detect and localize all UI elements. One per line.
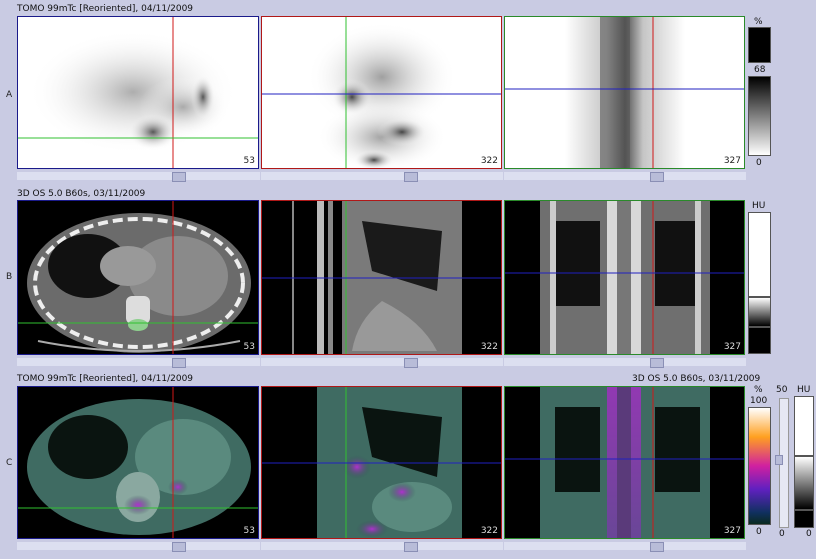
row-c-label: C bbox=[6, 458, 13, 468]
viewport-c-coronal[interactable]: 322 bbox=[261, 386, 502, 539]
slice-number: 327 bbox=[723, 156, 741, 166]
slice-number: 327 bbox=[723, 526, 741, 536]
slider-track bbox=[504, 172, 746, 180]
ct-sagittal-image bbox=[505, 201, 744, 354]
opacity-slider-thumb[interactable] bbox=[775, 455, 783, 465]
row-b-header: 3D OS 5.0 B60s, 03/11/2009 bbox=[17, 189, 146, 199]
fused-coronal-image bbox=[262, 387, 501, 538]
slider-track bbox=[261, 172, 503, 180]
slider-tab-icon[interactable] bbox=[172, 358, 186, 368]
scale-c-ct-gradient[interactable] bbox=[794, 456, 814, 510]
scale-b-unit: HU bbox=[752, 201, 766, 211]
row-c-header-left: TOMO 99mTc [Reoriented], 04/11/2009 bbox=[17, 374, 194, 384]
slider-track bbox=[504, 542, 746, 550]
scale-a-top-block bbox=[748, 27, 771, 63]
viewport-c-axial[interactable]: 53 bbox=[17, 386, 259, 539]
ct-coronal-image bbox=[262, 201, 501, 354]
scale-a-unit: % bbox=[754, 17, 763, 27]
scale-c-ct-window-bottom bbox=[794, 510, 814, 528]
slider-tab-icon[interactable] bbox=[650, 172, 664, 182]
viewport-c-sagittal[interactable]: 327 bbox=[504, 386, 745, 539]
scale-c-color-gradient[interactable] bbox=[748, 407, 771, 525]
scale-c-ct-unit: HU bbox=[797, 385, 811, 395]
row-c-header-right: 3D OS 5.0 B60s, 03/11/2009 bbox=[632, 374, 761, 384]
scale-c-ct-min: 0 bbox=[779, 529, 785, 539]
viewport-b-sagittal[interactable]: 327 bbox=[504, 200, 745, 355]
nm-axial-image bbox=[18, 17, 258, 168]
scale-b-gradient[interactable] bbox=[748, 297, 771, 327]
scale-a-gradient[interactable] bbox=[748, 76, 771, 156]
slice-number: 322 bbox=[480, 342, 498, 352]
slider-tab-icon[interactable] bbox=[404, 542, 418, 552]
scale-c-min: 0 bbox=[756, 527, 762, 537]
fused-sagittal-image bbox=[505, 387, 744, 538]
slider-track bbox=[17, 358, 260, 366]
scale-c-ct-max: 50 bbox=[776, 385, 788, 395]
scale-c-ct-window-top bbox=[794, 396, 814, 456]
slice-number: 53 bbox=[243, 526, 255, 536]
fused-axial-image bbox=[18, 387, 258, 538]
slider-tab-icon[interactable] bbox=[650, 542, 664, 552]
slider-tab-icon[interactable] bbox=[404, 358, 418, 368]
scale-b-window-bottom bbox=[748, 327, 771, 354]
scale-a-max: 68 bbox=[754, 65, 766, 75]
slider-track bbox=[17, 542, 260, 550]
scale-a-min: 0 bbox=[756, 158, 762, 168]
slider-tab-icon[interactable] bbox=[404, 172, 418, 182]
viewport-a-axial[interactable]: 53 bbox=[17, 16, 259, 169]
row-a-label: A bbox=[6, 90, 13, 100]
row-b-label: B bbox=[6, 272, 13, 282]
viewport-b-axial[interactable]: 53 bbox=[17, 200, 259, 355]
slice-number: 53 bbox=[243, 342, 255, 352]
slider-tab-icon[interactable] bbox=[172, 172, 186, 182]
scale-b-window-top bbox=[748, 212, 771, 297]
slice-number: 53 bbox=[243, 156, 255, 166]
slice-number: 322 bbox=[480, 526, 498, 536]
slider-track bbox=[261, 542, 503, 550]
slider-track bbox=[504, 358, 746, 366]
slice-number: 327 bbox=[723, 342, 741, 352]
viewport-a-coronal[interactable]: 322 bbox=[261, 16, 502, 169]
row-a-header: TOMO 99mTc [Reoriented], 04/11/2009 bbox=[17, 4, 194, 14]
scale-c-max: 100 bbox=[750, 396, 768, 406]
nm-coronal-image bbox=[262, 17, 501, 168]
nm-sagittal-image bbox=[505, 17, 744, 168]
slice-number: 322 bbox=[480, 156, 498, 166]
slider-tab-icon[interactable] bbox=[650, 358, 664, 368]
slider-track bbox=[261, 358, 503, 366]
scale-c-unit: % bbox=[754, 385, 763, 395]
ct-axial-image bbox=[18, 201, 258, 354]
scale-c-ct-scale-label: 0 bbox=[806, 529, 812, 539]
viewport-a-sagittal[interactable]: 327 bbox=[504, 16, 745, 169]
slider-track bbox=[17, 172, 260, 180]
slider-tab-icon[interactable] bbox=[172, 542, 186, 552]
viewport-b-coronal[interactable]: 322 bbox=[261, 200, 502, 355]
